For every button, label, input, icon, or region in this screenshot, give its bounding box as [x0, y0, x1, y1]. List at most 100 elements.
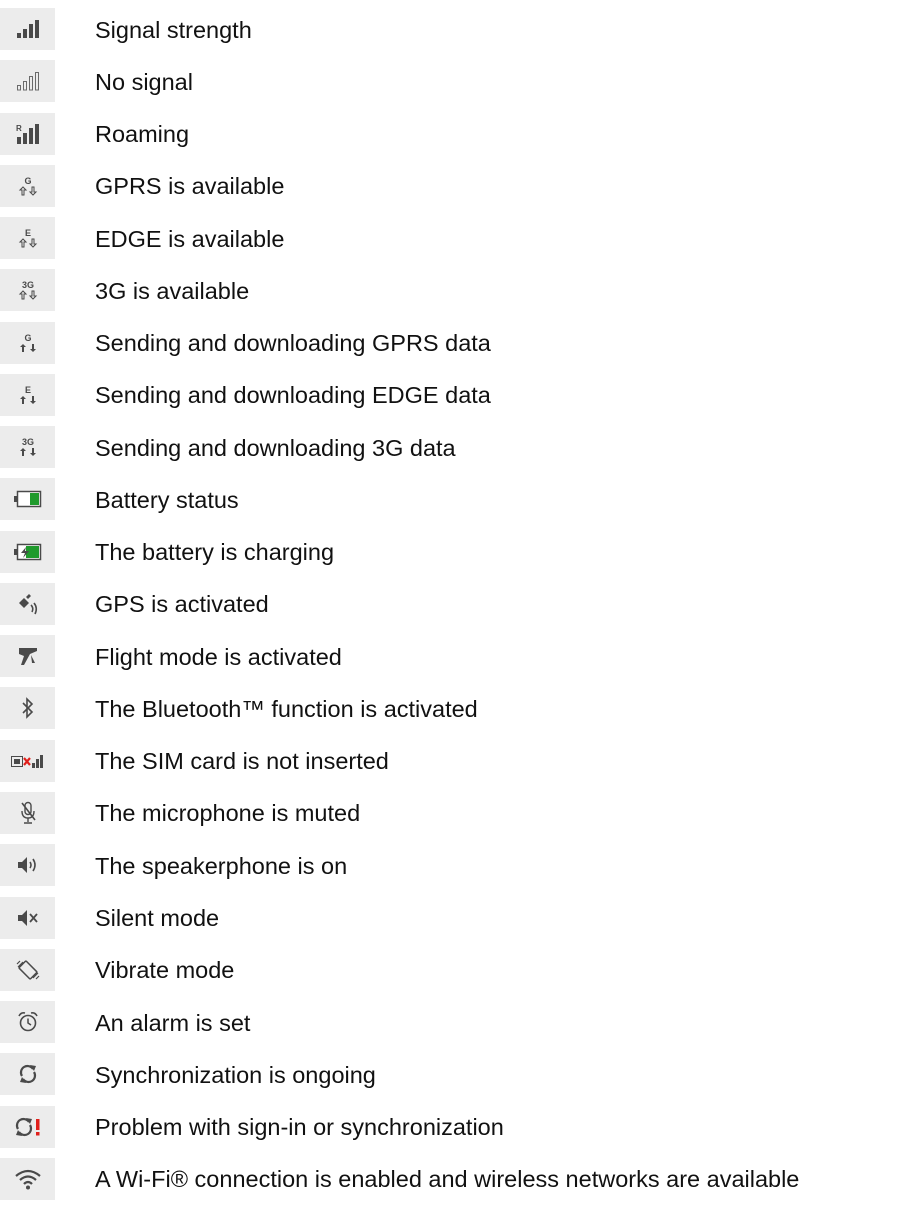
icon-cell	[0, 635, 55, 678]
table-row: Problem with sign-in or synchronization	[0, 1098, 897, 1150]
table-row: 3G Sending and downloading 3G data	[0, 418, 897, 470]
icon-cell: G	[0, 321, 55, 364]
3g-available-icon: 3G	[18, 280, 37, 301]
icon-cell: R	[0, 112, 55, 155]
row-label: An alarm is set	[95, 1009, 251, 1036]
table-row: 3G 3G is available	[0, 261, 897, 313]
row-label: Sending and downloading EDGE data	[95, 382, 491, 409]
row-label: EDGE is available	[95, 225, 285, 252]
row-label: The battery is charging	[95, 539, 335, 566]
row-label: GPRS is available	[95, 173, 285, 200]
svg-text:E: E	[24, 228, 30, 238]
vibrate-mode-icon	[16, 960, 39, 980]
microphone-muted-icon	[20, 801, 36, 824]
svg-text:G: G	[24, 176, 31, 186]
row-label: Roaming	[95, 121, 190, 148]
svg-text:3G: 3G	[21, 280, 33, 290]
table-row: An alarm is set	[0, 993, 897, 1045]
icon-cell	[0, 687, 55, 730]
row-label: The SIM card is not inserted	[95, 748, 389, 775]
icon-cell: 3G	[0, 426, 55, 469]
table-row: Battery status	[0, 470, 897, 522]
row-label: Problem with sign-in or synchronization	[95, 1114, 504, 1141]
icon-cell	[0, 791, 55, 834]
icon-cell	[0, 844, 55, 887]
edge-data-transfer-icon: E	[19, 385, 36, 404]
row-label: Sending and downloading 3G data	[95, 434, 456, 461]
3g-data-transfer-icon: 3G	[19, 437, 36, 457]
sync-problem-icon	[15, 1117, 39, 1136]
icon-cell: 3G	[0, 269, 55, 312]
icon-cell	[0, 478, 55, 521]
icon-cell: E	[0, 217, 55, 260]
row-label: Flight mode is activated	[95, 643, 342, 670]
table-row: E EDGE is available	[0, 209, 897, 261]
alarm-icon	[17, 1012, 38, 1032]
row-label: Battery status	[95, 486, 239, 513]
table-row: The speakerphone is on	[0, 836, 897, 888]
table-row: No signal	[0, 52, 897, 104]
table-row: R Roaming	[0, 105, 897, 157]
icon-cell	[0, 1105, 55, 1148]
row-label: 3G is available	[95, 277, 250, 304]
row-label: Sending and downloading GPRS data	[95, 330, 491, 357]
icon-cell	[0, 1053, 55, 1096]
table-row: Synchronization is ongoing	[0, 1045, 897, 1097]
gps-icon	[18, 593, 37, 615]
no-sim-icon	[10, 754, 43, 768]
table-row: Flight mode is activated	[0, 627, 897, 679]
row-label: The Bluetooth™ function is activated	[95, 695, 478, 722]
wifi-icon	[14, 1169, 41, 1190]
gprs-data-transfer-icon: G	[19, 333, 36, 352]
icon-cell	[0, 530, 55, 573]
icon-cell	[0, 582, 55, 625]
edge-available-icon: E	[18, 228, 37, 248]
icon-cell	[0, 739, 55, 782]
svg-text:E: E	[24, 385, 30, 395]
table-row: Silent mode	[0, 889, 897, 941]
table-row: The SIM card is not inserted	[0, 732, 897, 784]
row-label: Vibrate mode	[95, 957, 235, 984]
svg-text:G: G	[24, 333, 31, 343]
table-row: The microphone is muted	[0, 784, 897, 836]
row-label: A Wi-Fi® connection is enabled and wirel…	[95, 1166, 800, 1193]
gprs-available-icon: G	[18, 176, 37, 196]
icon-cell	[0, 1157, 55, 1200]
table-row: A Wi-Fi® connection is enabled and wirel…	[0, 1150, 897, 1202]
roaming-glyph: R	[16, 124, 22, 133]
silent-mode-icon	[17, 909, 38, 926]
row-label: The microphone is muted	[95, 800, 361, 827]
row-label: No signal	[95, 68, 193, 95]
table-row: The battery is charging	[0, 523, 897, 575]
icon-cell: E	[0, 373, 55, 416]
table-row: E Sending and downloading EDGE data	[0, 366, 897, 418]
flight-mode-icon	[18, 648, 37, 666]
sync-icon	[19, 1065, 36, 1084]
table-row: Vibrate mode	[0, 941, 897, 993]
table-row: Signal strength	[0, 0, 897, 52]
row-label: The speakerphone is on	[95, 852, 348, 879]
row-label: GPS is activated	[95, 591, 269, 618]
row-label: Silent mode	[95, 905, 220, 932]
row-label: Signal strength	[95, 16, 252, 43]
row-label: Synchronization is ongoing	[95, 1061, 376, 1088]
icon-cell	[0, 948, 55, 991]
table-row: G Sending and downloading GPRS data	[0, 314, 897, 366]
icon-cell	[0, 1001, 55, 1044]
no-signal-icon	[16, 72, 39, 91]
icon-cell: G	[0, 164, 55, 207]
battery-charging-icon	[13, 543, 41, 560]
speakerphone-icon	[17, 857, 36, 874]
table-row: GPS is activated	[0, 575, 897, 627]
icon-cell	[0, 60, 55, 103]
svg-text:3G: 3G	[21, 437, 33, 447]
signal-strength-icon	[16, 20, 39, 38]
table-row: G GPRS is available	[0, 157, 897, 209]
roaming-icon: R	[16, 123, 39, 144]
icon-cell	[0, 896, 55, 939]
table-row: The Bluetooth™ function is activated	[0, 679, 897, 731]
battery-status-icon	[13, 491, 41, 508]
icon-cell	[0, 8, 55, 50]
bluetooth-icon	[21, 697, 33, 720]
status-icon-table: Signal strength No signal R Roaming G GP…	[0, 0, 897, 1202]
